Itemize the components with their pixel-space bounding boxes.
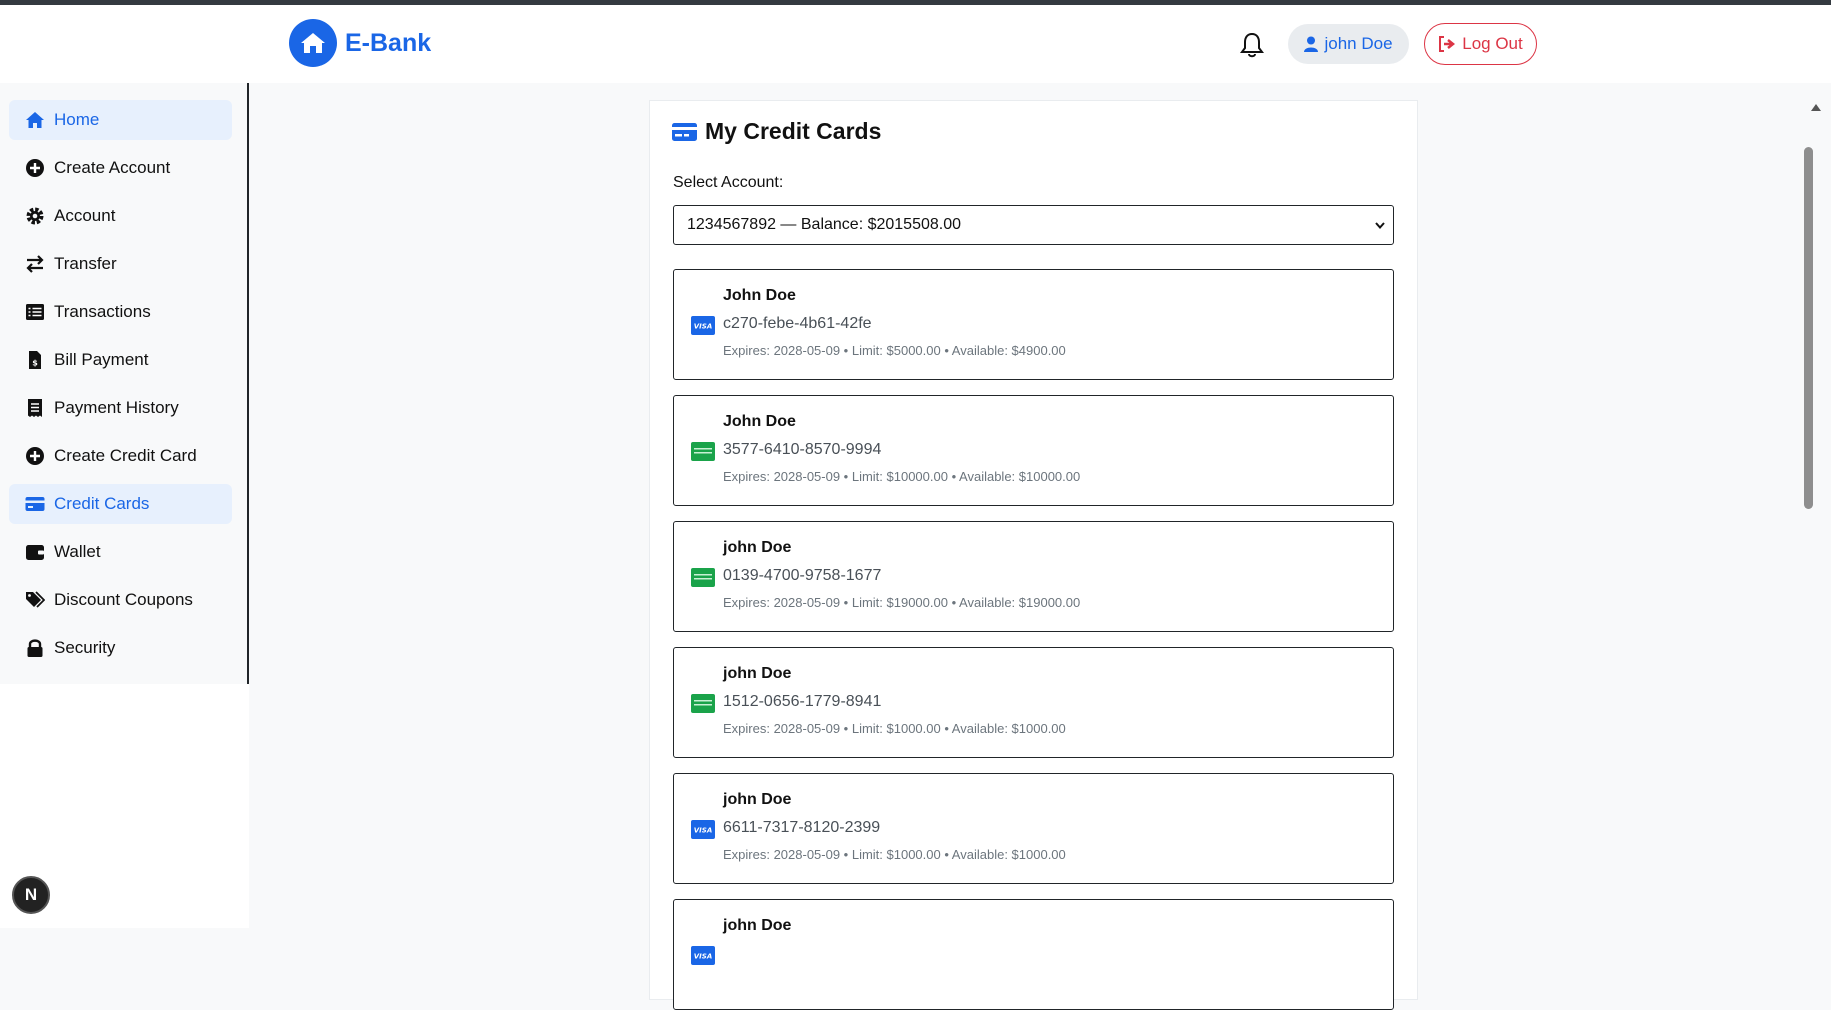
tags-icon xyxy=(26,591,45,608)
svg-text:VISA: VISA xyxy=(694,827,712,835)
account-select[interactable]: 1234567892 — Balance: $2015508.00 xyxy=(673,205,1394,245)
sidebar-item-wallet[interactable]: Wallet xyxy=(9,532,232,572)
sidebar-item-label: Account xyxy=(54,206,116,225)
card-details: Expires: 2028-05-09 • Limit: $1000.00 • … xyxy=(723,847,1066,862)
home-icon xyxy=(26,112,44,128)
sidebar-item-label: Payment History xyxy=(54,398,179,417)
list-icon xyxy=(26,304,44,320)
sidebar-item-create-account[interactable]: Create Account xyxy=(9,148,232,188)
chevron-down-icon xyxy=(1375,222,1385,230)
credit-card-item[interactable]: VISA john Doe xyxy=(673,899,1394,1010)
card-number: 1512-0656-1779-8941 xyxy=(723,693,882,710)
card-details: Expires: 2028-05-09 • Limit: $19000.00 •… xyxy=(723,595,1081,610)
sidebar-item-label: Credit Cards xyxy=(54,494,150,513)
dev-tools-badge-label: N xyxy=(24,885,38,904)
plus-circle-icon xyxy=(26,447,44,465)
card-holder-name: john Doe xyxy=(723,791,792,808)
card-details: Expires: 2028-05-09 • Limit: $10000.00 •… xyxy=(723,469,1081,484)
scroll-up-arrow-icon[interactable] xyxy=(1811,103,1821,111)
credit-card-item[interactable]: VISA John Doe c270-febe-4b61-42fe Expire… xyxy=(673,269,1394,380)
sidebar-item-label: Create Credit Card xyxy=(54,446,197,465)
page-title: My Credit Cards xyxy=(705,118,882,144)
sidebar-item-account[interactable]: Account xyxy=(9,196,232,236)
card-number: 0139-4700-9758-1677 xyxy=(723,567,882,584)
card-number: c270-febe-4b61-42fe xyxy=(723,315,872,332)
sidebar-item-label: Security xyxy=(54,638,116,657)
credit-card-item[interactable]: VISA john Doe 6611-7317-8120-2399 Expire… xyxy=(673,773,1394,884)
generic-card-icon xyxy=(691,442,715,461)
visa-card-icon: VISA xyxy=(691,820,715,839)
select-account-label: Select Account: xyxy=(673,174,784,191)
wallet-icon xyxy=(26,545,44,560)
sidebar-item-payment-history[interactable]: Payment History xyxy=(9,388,232,428)
account-select-value: 1234567892 — Balance: $2015508.00 xyxy=(687,216,962,233)
notifications-bell-icon[interactable] xyxy=(1239,31,1265,59)
credit-card-item[interactable]: john Doe 0139-4700-9758-1677 Expires: 20… xyxy=(673,521,1394,632)
plus-circle-icon xyxy=(26,159,44,177)
sidebar-item-transactions[interactable]: Transactions xyxy=(9,292,232,332)
sidebar-item-security[interactable]: Security xyxy=(9,628,232,668)
brand-link[interactable]: E-Bank xyxy=(289,19,431,67)
sidebar-item-label: Transfer xyxy=(54,254,117,273)
card-holder-name: john Doe xyxy=(723,539,792,556)
card-holder-name: John Doe xyxy=(723,287,796,304)
sidebar-item-label: Bill Payment xyxy=(54,350,149,369)
main-content: My Credit Cards Select Account: 12345678… xyxy=(251,83,1802,1010)
page-title-row: My Credit Cards xyxy=(672,118,881,145)
sidebar-item-label: Discount Coupons xyxy=(54,590,193,609)
sidebar-item-label: Home xyxy=(54,110,100,129)
credit-cards-panel: My Credit Cards Select Account: 12345678… xyxy=(649,100,1418,1010)
user-profile-button[interactable]: john Doe xyxy=(1288,24,1409,64)
sidebar-item-home[interactable]: Home xyxy=(9,100,232,140)
sidebar-item-discount-coupons[interactable]: Discount Coupons xyxy=(9,580,232,620)
receipt-icon xyxy=(28,399,42,417)
transfer-arrows-icon xyxy=(26,255,44,273)
invoice-dollar-icon: $ xyxy=(29,351,41,369)
svg-text:VISA: VISA xyxy=(694,323,712,331)
card-details: Expires: 2028-05-09 • Limit: $5000.00 • … xyxy=(723,343,1066,358)
sidebar-item-label: Create Account xyxy=(54,158,171,177)
card-holder-name: John Doe xyxy=(723,413,796,430)
credit-card-item[interactable]: John Doe 3577-6410-8570-9994 Expires: 20… xyxy=(673,395,1394,506)
scrollbar-thumb[interactable] xyxy=(1804,147,1813,509)
card-holder-name: john Doe xyxy=(723,917,792,934)
card-details: Expires: 2028-05-09 • Limit: $1000.00 • … xyxy=(723,721,1066,736)
visa-card-icon: VISA xyxy=(691,946,715,965)
dev-tools-badge[interactable]: N xyxy=(12,876,50,914)
generic-card-icon xyxy=(691,694,715,713)
sidebar-item-label: Transactions xyxy=(54,302,151,321)
sidebar: Home Create Account Account Transfer Tra… xyxy=(0,83,249,684)
credit-card-icon xyxy=(672,122,697,141)
svg-text:VISA: VISA xyxy=(694,953,712,961)
card-number: 3577-6410-8570-9994 xyxy=(723,441,882,458)
credit-card-item[interactable]: john Doe 1512-0656-1779-8941 Expires: 20… xyxy=(673,647,1394,758)
credit-card-icon xyxy=(25,497,45,511)
sidebar-item-create-credit-card[interactable]: Create Credit Card xyxy=(9,436,232,476)
card-holder-name: john Doe xyxy=(723,665,792,682)
generic-card-icon xyxy=(691,568,715,587)
logout-button[interactable]: Log Out xyxy=(1424,23,1537,65)
brand-name: E-Bank xyxy=(345,28,432,57)
sidebar-item-transfer[interactable]: Transfer xyxy=(9,244,232,284)
sidebar-item-credit-cards[interactable]: Credit Cards xyxy=(9,484,232,524)
sidebar-item-label: Wallet xyxy=(54,542,101,561)
sign-out-icon xyxy=(1439,36,1456,52)
gear-icon xyxy=(26,207,44,225)
home-logo-icon xyxy=(289,19,337,67)
header: E-Bank john Doe Log Out xyxy=(0,5,1831,83)
logout-label: Log Out xyxy=(1462,34,1523,53)
svg-text:$: $ xyxy=(32,359,38,368)
user-icon xyxy=(1304,36,1319,52)
visa-card-icon: VISA xyxy=(691,316,715,335)
card-number: 6611-7317-8120-2399 xyxy=(723,819,881,836)
sidebar-item-bill-payment[interactable]: $ Bill Payment xyxy=(9,340,232,380)
lock-icon xyxy=(27,639,43,657)
user-name: john Doe xyxy=(1324,34,1393,53)
